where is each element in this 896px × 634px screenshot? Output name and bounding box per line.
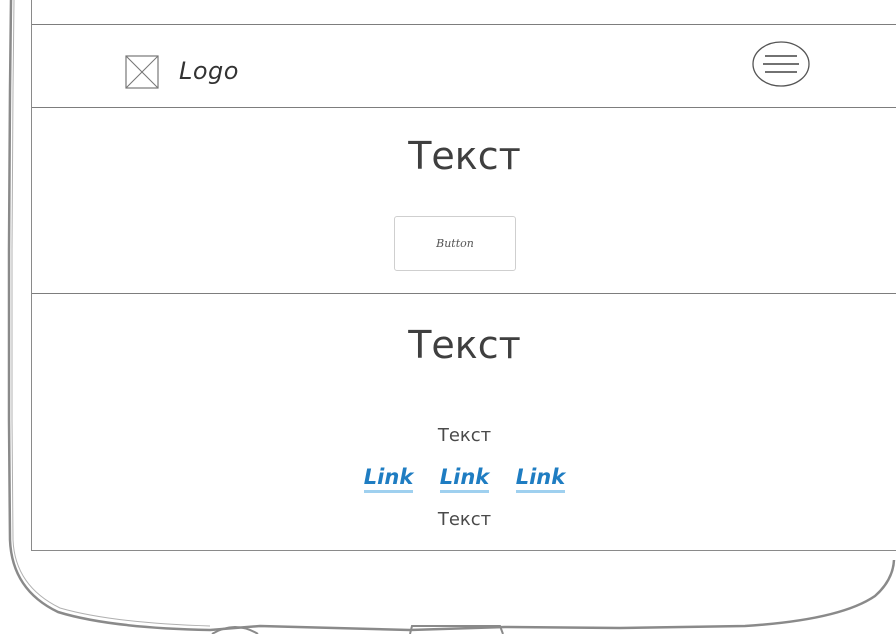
link-1[interactable]: Link	[363, 465, 414, 493]
links-row: Link Link Link	[32, 465, 896, 493]
hamburger-menu-icon	[752, 41, 810, 87]
content-section: Текст Текст Link Link Link Текст	[32, 295, 896, 551]
logo-label: Logo	[179, 57, 239, 85]
hero-section: Текст Button	[32, 110, 896, 294]
hero-button[interactable]: Button	[394, 216, 516, 271]
hamburger-menu-button[interactable]	[751, 39, 811, 89]
content-heading: Текст	[408, 323, 521, 367]
content-text-bottom: Текст	[437, 509, 492, 530]
link-2[interactable]: Link	[439, 465, 490, 493]
content-text-top: Текст	[437, 425, 492, 446]
hero-heading: Текст	[408, 134, 521, 178]
image-placeholder-icon	[125, 55, 159, 89]
phone-screen: Logo Текст Button Текст Текст Link Link …	[31, 0, 896, 551]
header: Logo	[32, 24, 896, 108]
link-3[interactable]: Link	[515, 465, 566, 493]
